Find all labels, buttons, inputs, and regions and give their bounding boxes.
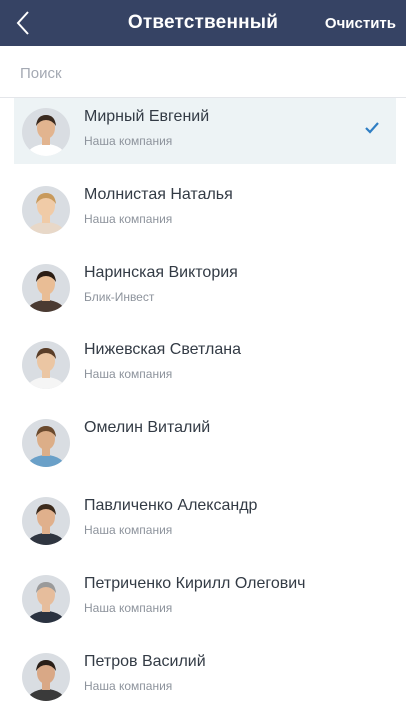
contact-name: Молнистая Наталья: [84, 186, 233, 203]
clear-button[interactable]: Очистить: [325, 15, 396, 32]
contact-row[interactable]: Мирный Евгений Наша компания: [14, 98, 396, 164]
contact-name: Петров Василий: [84, 653, 206, 670]
contact-company: Наша компания: [84, 601, 173, 615]
contact-company: Наша компания: [84, 134, 173, 148]
avatar: [22, 419, 70, 467]
contact-row[interactable]: Молнистая Наталья Наша компания: [14, 176, 396, 242]
avatar: [22, 186, 70, 234]
avatar: [22, 497, 70, 545]
search-input[interactable]: [18, 58, 392, 88]
search-bar: [0, 46, 406, 98]
contact-name: Мирный Евгений: [84, 108, 210, 125]
contact-name: Нижевская Светлана: [84, 341, 241, 358]
contact-name: Омелин Виталий: [84, 419, 211, 436]
avatar: [22, 341, 70, 389]
contact-company: Наша компания: [84, 367, 173, 381]
contact-row[interactable]: Павличенко Александр Наша компания: [14, 487, 396, 553]
contact-row[interactable]: Наринская Виктория Блик-Инвест: [14, 254, 396, 320]
contact-name: Павличенко Александр: [84, 497, 258, 514]
contact-company: Наша компания: [84, 212, 173, 226]
avatar: [22, 575, 70, 623]
app-header: Ответственный Очистить: [0, 0, 406, 46]
check-icon: [364, 120, 380, 136]
avatar: [22, 108, 70, 156]
contact-row[interactable]: Нижевская Светлана Наша компания: [14, 331, 396, 397]
contact-name: Петриченко Кирилл Олегович: [84, 575, 306, 592]
avatar: [22, 653, 70, 701]
contact-row[interactable]: Петров Василий Наша компания: [14, 643, 396, 709]
contact-company: Наша компания: [84, 679, 173, 693]
contact-row[interactable]: Омелин Виталий: [14, 409, 396, 475]
avatar: [22, 264, 70, 312]
contact-company: Наша компания: [84, 523, 173, 537]
contact-company: Блик-Инвест: [84, 290, 155, 304]
contact-name: Наринская Виктория: [84, 264, 238, 281]
contact-row[interactable]: Петриченко Кирилл Олегович Наша компания: [14, 565, 396, 631]
